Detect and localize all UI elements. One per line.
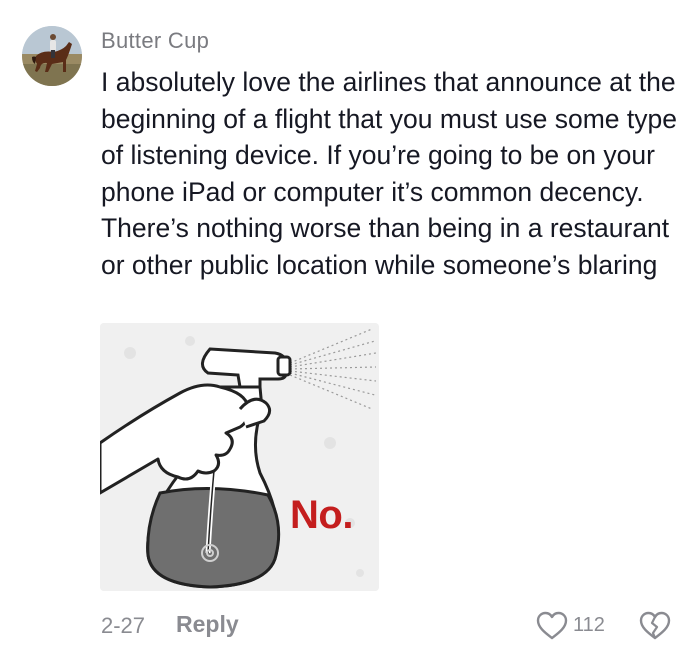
comment-footer: 2-27 Reply 112 [101,609,691,643]
comment-text: I absolutely love the airlines that anno… [101,67,677,280]
avatar[interactable] [22,26,82,86]
like-button[interactable] [535,609,569,643]
spray-bottle-icon [100,323,379,591]
username[interactable]: Butter Cup [101,28,209,54]
attached-image[interactable]: No. [100,323,379,591]
reply-button[interactable]: Reply [176,611,239,638]
like-count: 112 [573,614,605,636]
comment-item: Butter Cup I absolutely love the airline… [0,0,700,655]
no-caption: No. [290,493,353,537]
horse-rider-photo [22,26,82,86]
dislike-button[interactable] [638,609,672,643]
broken-heart-icon [639,611,671,640]
comment-date: 2-27 [101,613,146,638]
heart-outline-icon [536,611,568,640]
